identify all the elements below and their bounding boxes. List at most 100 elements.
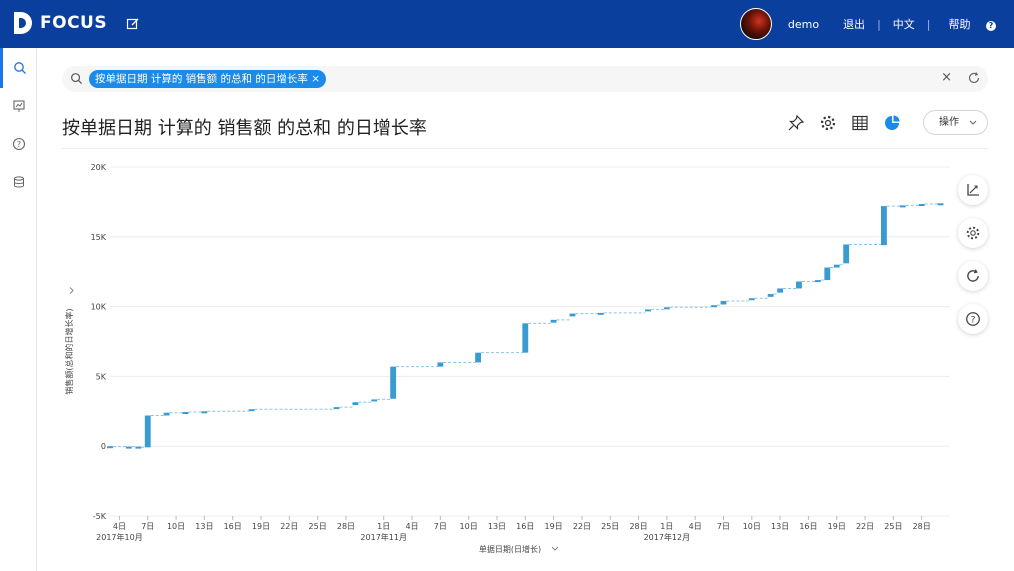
sidebar-item-help[interactable]: ?	[0, 124, 37, 164]
x-tick-label: 10日	[743, 522, 761, 531]
chart-side-tools: ?	[958, 175, 988, 347]
waterfall-bar	[881, 206, 887, 246]
sidebar-item-search[interactable]	[0, 48, 37, 88]
edit-icon[interactable]	[126, 16, 140, 35]
y-tick-label: -5K	[93, 512, 107, 521]
waterfall-bar	[522, 323, 529, 353]
x-tick-label: 28日	[337, 522, 355, 531]
refresh-chart-button[interactable]	[958, 261, 988, 291]
x-axis-label: 单据日期(日增长)	[479, 544, 541, 554]
chart-type-button[interactable]	[882, 113, 902, 133]
y-tick-label: 10K	[91, 303, 107, 312]
chevron-down-icon	[969, 111, 977, 143]
help-icon: ?	[966, 312, 980, 326]
top-navigation-bar: FOCUS demo 退出 | 中文 | 帮助 ?	[0, 0, 1014, 48]
clear-search-icon[interactable]: ×	[941, 70, 952, 85]
x-tick-label: 10日	[167, 522, 185, 531]
waterfall-bar	[125, 446, 132, 449]
user-menu: demo 退出 | 中文 | 帮助 ?	[739, 0, 1014, 48]
y-tick-label: 15K	[91, 233, 107, 242]
x-month-label: 2017年10月	[96, 532, 143, 542]
x-tick-label: 4日	[405, 522, 418, 531]
x-tick-label: 16日	[516, 522, 534, 531]
waterfall-bar	[475, 352, 482, 363]
waterfall-bar	[918, 203, 925, 206]
help-icon: ?	[986, 21, 996, 31]
avatar[interactable]	[739, 8, 772, 40]
x-tick-label: 13日	[195, 522, 213, 531]
refresh-icon	[967, 269, 979, 282]
axis-settings-button[interactable]	[958, 175, 988, 205]
waterfall-bar	[144, 415, 151, 448]
x-tick-label: 28日	[629, 522, 647, 531]
waterfall-bar	[597, 312, 604, 315]
x-tick-label: 25日	[884, 522, 902, 531]
language-link[interactable]: 中文	[893, 16, 915, 32]
x-tick-label: 7日	[141, 522, 154, 531]
chart-settings-button[interactable]	[958, 218, 988, 248]
chip-close-icon[interactable]: ×	[311, 73, 320, 85]
y-tick-label: 0	[101, 442, 106, 451]
database-icon	[13, 176, 24, 188]
sidebar: ?	[0, 48, 37, 571]
waterfall-bar	[843, 244, 850, 264]
x-tick-label: 16日	[799, 522, 817, 531]
chart-toolbar	[786, 113, 914, 133]
chart-canvas: -5K 0 5K 10K 15K 20K 销售额(总和的日增长率) 4日 7日 10日 13日 16日…	[64, 163, 950, 554]
separator: |	[877, 17, 881, 31]
x-tick-label: 4日	[113, 522, 126, 531]
waterfall-bar	[569, 313, 576, 317]
logo[interactable]: FOCUS	[12, 10, 107, 36]
help-label: 帮助	[948, 18, 971, 31]
waterfall-bar	[899, 205, 906, 208]
waterfall-bar	[814, 280, 821, 283]
waterfall-bar	[767, 294, 774, 297]
x-axis-chevron-icon	[551, 546, 559, 551]
search-icon	[71, 73, 83, 85]
search-bar[interactable]: 按单据日期 计算的 销售额 的总和 的日增长率 × ×	[62, 66, 988, 92]
waterfall-bar	[371, 399, 378, 402]
divider	[62, 148, 988, 149]
waterfall-bar	[201, 411, 208, 414]
waterfall-bar	[748, 298, 755, 301]
table-view-button[interactable]	[850, 113, 870, 133]
waterfall-bar	[352, 402, 359, 406]
pin-button[interactable]	[786, 113, 806, 133]
y-axis-chevron-icon	[69, 287, 74, 294]
pie-chart-icon	[885, 115, 900, 130]
chart-help-button[interactable]: ?	[958, 304, 988, 334]
waterfall-bar	[663, 307, 670, 310]
focus-logo-icon	[12, 10, 34, 36]
operations-label: 操作	[939, 117, 959, 128]
sidebar-item-data[interactable]	[0, 162, 37, 202]
x-tick-label: 25日	[601, 522, 619, 531]
gear-icon	[966, 226, 980, 240]
x-tick-label: 4日	[689, 522, 702, 531]
page-title: 按单据日期 计算的 销售额 的总和 的日增长率	[62, 118, 427, 139]
x-month-label: 2017年12月	[644, 532, 691, 542]
x-tick-label: 1日	[660, 522, 673, 531]
waterfall-bar	[163, 412, 170, 416]
waterfall-bar	[937, 203, 944, 206]
refresh-icon[interactable]	[967, 71, 981, 85]
x-tick-label: 19日	[828, 522, 846, 531]
waterfall-bar	[824, 267, 831, 281]
x-tick-label: 7日	[717, 522, 730, 531]
help-link[interactable]: 帮助 ?	[943, 16, 1003, 32]
operations-dropdown[interactable]: 操作	[923, 110, 988, 135]
x-tick-label: 13日	[771, 522, 789, 531]
x-tick-label: 13日	[488, 522, 506, 531]
waterfall-bar	[777, 288, 784, 293]
waterfall-bar	[711, 305, 717, 308]
waterfall-bar	[248, 409, 255, 412]
logout-link[interactable]: 退出	[843, 16, 865, 32]
logo-text: FOCUS	[40, 13, 108, 33]
settings-button[interactable]	[818, 113, 838, 133]
x-tick-label: 19日	[545, 522, 563, 531]
username[interactable]: demo	[788, 18, 819, 31]
separator: |	[926, 17, 931, 31]
sidebar-item-pinboard[interactable]	[0, 86, 37, 126]
search-token-chip[interactable]: 按单据日期 计算的 销售额 的总和 的日增长率 ×	[89, 70, 327, 88]
axis-icon	[967, 184, 979, 196]
x-tick-label: 22日	[856, 522, 874, 531]
